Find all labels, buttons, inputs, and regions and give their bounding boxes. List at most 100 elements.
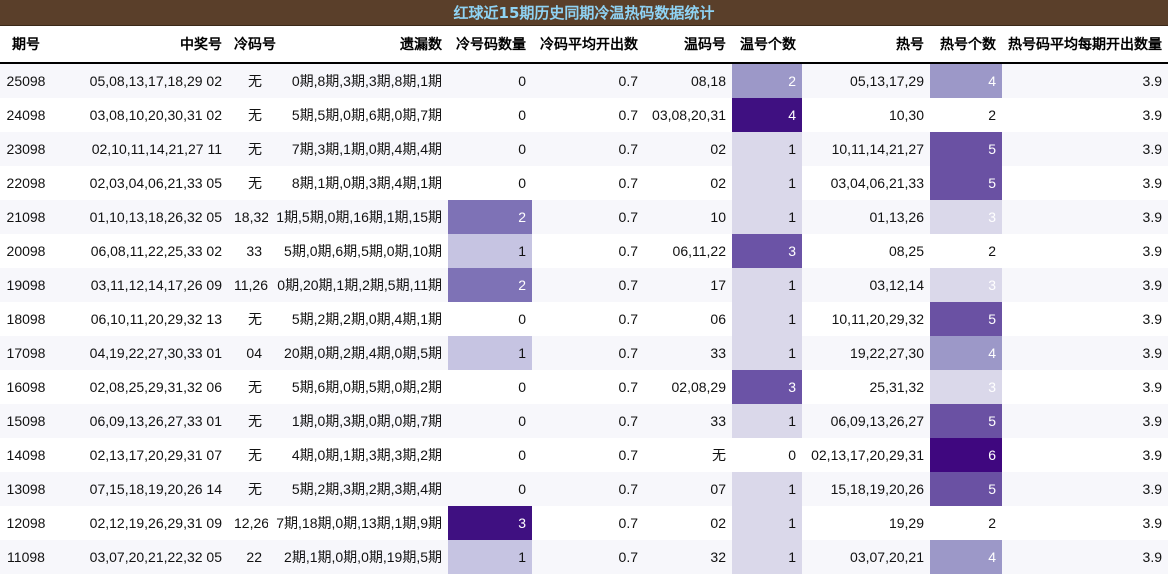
table-row[interactable]: 18098 06,10,11,20,29,32 13 无 5期,2期,2期,0期,4期…	[0, 302, 1168, 336]
cell-cold: 22	[228, 540, 268, 574]
cell-winning: 05,08,13,17,18,29 02	[52, 63, 228, 98]
cell-winning: 02,08,25,29,31,32 06	[52, 370, 228, 404]
cell-cold: 无	[228, 166, 268, 200]
table-row[interactable]: 22098 02,03,04,06,21,33 05 无 8期,1期,0期,3期,4期…	[0, 166, 1168, 200]
cell-warm-count: 1	[732, 166, 802, 200]
cell-warm: 无	[644, 438, 732, 472]
cell-cold-avg: 0.7	[532, 166, 644, 200]
table-row[interactable]: 17098 04,19,22,27,30,33 01 04 20期,0期,2期,4期,…	[0, 336, 1168, 370]
table-row[interactable]: 11098 03,07,20,21,22,32 05 22 2期,1期,0期,0期,1…	[0, 540, 1168, 574]
cell-warm: 02,08,29	[644, 370, 732, 404]
cell-issue: 22098	[0, 166, 52, 200]
cell-miss: 5期,2期,3期,2期,3期,4期	[268, 472, 448, 506]
header-miss[interactable]: 遗漏数	[268, 26, 448, 64]
cell-warm: 02	[644, 166, 732, 200]
table-title: 红球近15期历史同期冷温热码数据统计	[0, 0, 1168, 26]
cell-hot: 01,13,26	[802, 200, 930, 234]
header-hot-count[interactable]: 热号个数	[930, 26, 1002, 64]
table-row[interactable]: 13098 07,15,18,19,20,26 14 无 5期,2期,3期,2期,3期…	[0, 472, 1168, 506]
table-row[interactable]: 21098 01,10,13,18,26,32 05 18,32 1期,5期,0期,1…	[0, 200, 1168, 234]
cell-winning: 03,08,10,20,30,31 02	[52, 98, 228, 132]
cell-cold: 无	[228, 98, 268, 132]
header-cold-avg[interactable]: 冷码平均开出数	[532, 26, 644, 64]
header-hot[interactable]: 热号	[802, 26, 930, 64]
cell-hot: 10,11,14,21,27	[802, 132, 930, 166]
cell-winning: 06,09,13,26,27,33 01	[52, 404, 228, 438]
cell-cold-avg: 0.7	[532, 234, 644, 268]
cell-hot: 06,09,13,26,27	[802, 404, 930, 438]
cell-cold-count: 0	[448, 370, 532, 404]
cell-cold-count: 2	[448, 200, 532, 234]
cell-miss: 8期,1期,0期,3期,4期,1期	[268, 166, 448, 200]
table-row[interactable]: 24098 03,08,10,20,30,31 02 无 5期,5期,0期,6期,0期…	[0, 98, 1168, 132]
cell-hot: 08,25	[802, 234, 930, 268]
cell-cold-count: 2	[448, 268, 532, 302]
cell-cold: 18,32	[228, 200, 268, 234]
cell-hot-avg: 3.9	[1002, 404, 1168, 438]
cell-hot-avg: 3.9	[1002, 132, 1168, 166]
table-row[interactable]: 14098 02,13,17,20,29,31 07 无 4期,0期,1期,3期,3期…	[0, 438, 1168, 472]
table-body: 25098 05,08,13,17,18,29 02 无 0期,8期,3期,3期,8期…	[0, 63, 1168, 574]
stats-table: 期号 中奖号 冷码号 遗漏数 冷号码数量 冷码平均开出数 温码号 温号个数 热号…	[0, 26, 1168, 574]
cell-warm: 33	[644, 336, 732, 370]
cell-hot: 10,30	[802, 98, 930, 132]
header-warm-count[interactable]: 温号个数	[732, 26, 802, 64]
table-row[interactable]: 16098 02,08,25,29,31,32 06 无 5期,6期,0期,5期,0期…	[0, 370, 1168, 404]
cell-hot-avg: 3.9	[1002, 302, 1168, 336]
cell-cold-count: 0	[448, 438, 532, 472]
cell-winning: 02,12,19,26,29,31 09	[52, 506, 228, 540]
cell-hot-count: 2	[930, 98, 1002, 132]
cell-hot-avg: 3.9	[1002, 506, 1168, 540]
cell-warm-count: 1	[732, 302, 802, 336]
cell-cold-count: 0	[448, 302, 532, 336]
cell-hot: 25,31,32	[802, 370, 930, 404]
cell-winning: 06,08,11,22,25,33 02	[52, 234, 228, 268]
cell-miss: 5期,0期,6期,5期,0期,10期	[268, 234, 448, 268]
cell-hot-count: 2	[930, 506, 1002, 540]
cell-hot-count: 4	[930, 540, 1002, 574]
cell-hot-avg: 3.9	[1002, 63, 1168, 98]
table-row[interactable]: 20098 06,08,11,22,25,33 02 33 5期,0期,6期,5期,0…	[0, 234, 1168, 268]
cell-warm: 06	[644, 302, 732, 336]
header-row: 期号 中奖号 冷码号 遗漏数 冷号码数量 冷码平均开出数 温码号 温号个数 热号…	[0, 26, 1168, 64]
table-row[interactable]: 1209802,12,19,26,29,31 0912,26,317期,18期,…	[0, 506, 1168, 540]
cell-cold: 无	[228, 63, 268, 98]
header-warm[interactable]: 温码号	[644, 26, 732, 64]
table-row[interactable]: 25098 05,08,13,17,18,29 02 无 0期,8期,3期,3期,8期…	[0, 63, 1168, 98]
cell-warm-count: 3	[732, 370, 802, 404]
table-row[interactable]: 23098 02,10,11,14,21,27 11 无 7期,3期,1期,0期,4期…	[0, 132, 1168, 166]
header-cold-count[interactable]: 冷号码数量	[448, 26, 532, 64]
cell-hot-count: 3	[930, 200, 1002, 234]
header-hot-avg[interactable]: 热号码平均每期开出数量	[1002, 26, 1168, 64]
cell-warm: 03,08,20,31	[644, 98, 732, 132]
cell-cold: 33	[228, 234, 268, 268]
cell-cold-avg: 0.7	[532, 506, 644, 540]
cell-miss: 5期,2期,2期,0期,4期,1期	[268, 302, 448, 336]
cell-hot-count: 5	[930, 132, 1002, 166]
cell-issue: 17098	[0, 336, 52, 370]
cell-cold-avg: 0.7	[532, 63, 644, 98]
cell-hot-avg: 3.9	[1002, 200, 1168, 234]
cell-winning: 03,11,12,14,17,26 09	[52, 268, 228, 302]
cell-cold: 无	[228, 404, 268, 438]
header-issue[interactable]: 期号	[0, 26, 52, 64]
table-row[interactable]: 19098 03,11,12,14,17,26 09 11,26 0期,20期,1期,…	[0, 268, 1168, 302]
cell-cold: 11,26	[228, 268, 268, 302]
cell-cold-avg: 0.7	[532, 98, 644, 132]
cell-cold-avg: 0.7	[532, 404, 644, 438]
cell-issue: 18098	[0, 302, 52, 336]
cell-hot-count: 5	[930, 404, 1002, 438]
cell-warm-count: 1	[732, 472, 802, 506]
header-winning[interactable]: 中奖号	[52, 26, 228, 64]
cell-cold-count: 3	[448, 506, 532, 540]
cell-cold: 无	[228, 472, 268, 506]
cell-cold-count: 0	[448, 404, 532, 438]
cell-issue: 12098	[0, 506, 52, 540]
cell-hot-count: 3	[930, 268, 1002, 302]
cell-issue: 20098	[0, 234, 52, 268]
header-cold[interactable]: 冷码号	[228, 26, 276, 64]
cell-warm-count: 1	[732, 404, 802, 438]
cell-issue: 23098	[0, 132, 52, 166]
cell-cold: 无	[228, 438, 268, 472]
table-row[interactable]: 15098 06,09,13,26,27,33 01 无 1期,0期,3期,0期,0期…	[0, 404, 1168, 438]
